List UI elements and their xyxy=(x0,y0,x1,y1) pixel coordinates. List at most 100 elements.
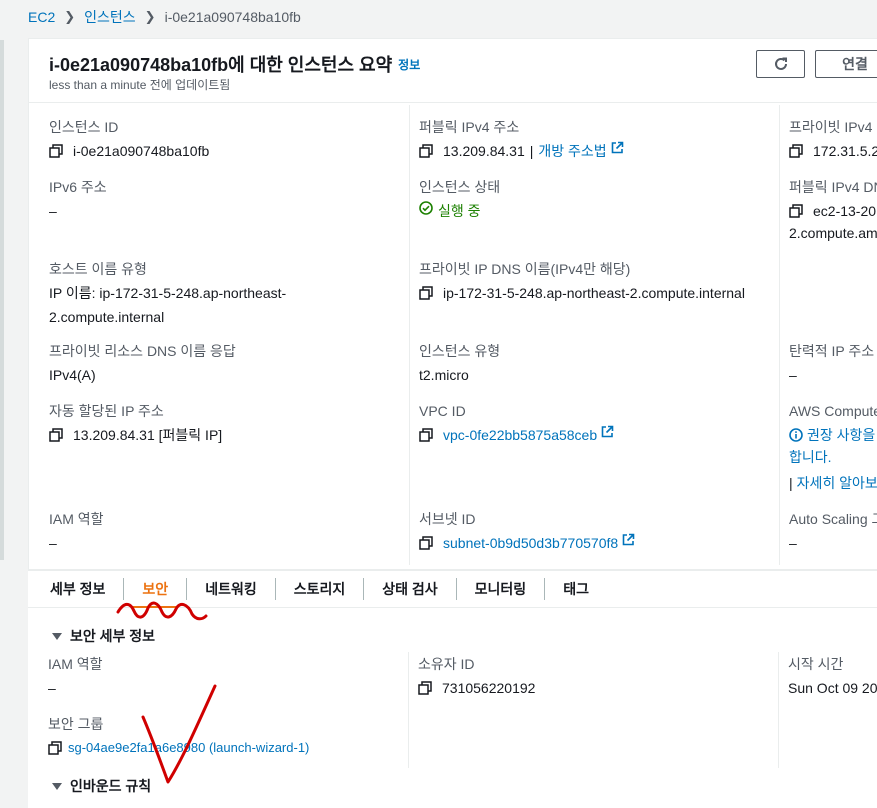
elastic-ip-value: – xyxy=(789,367,797,383)
tab-security[interactable]: 보안 xyxy=(124,578,188,609)
connect-button[interactable]: 연결 xyxy=(815,50,877,78)
chevron-right-icon: ❯ xyxy=(144,9,156,24)
copy-icon[interactable] xyxy=(789,204,803,218)
instance-state-value: 실행 중 xyxy=(438,203,481,219)
copy-icon[interactable] xyxy=(419,536,433,550)
field-security-iam-role: IAM 역할 – xyxy=(48,654,103,698)
external-link-icon[interactable] xyxy=(601,425,614,438)
security-details-toggle[interactable]: 보안 세부 정보 xyxy=(52,626,155,646)
caret-down-icon xyxy=(52,632,62,640)
inbound-rules-toggle[interactable]: 인바운드 규칙 xyxy=(52,776,151,796)
public-dns-value: ec2-13-20 xyxy=(813,203,877,219)
field-owner-id: 소유자 ID 731056220192 xyxy=(418,654,535,698)
field-label: IAM 역할 xyxy=(48,656,103,672)
field-instance-type: 인스턴스 유형 t2.micro xyxy=(419,341,500,385)
public-dns-value-cont: 2.compute.am xyxy=(789,225,877,241)
copy-icon[interactable] xyxy=(419,144,433,158)
field-label: 소유자 ID xyxy=(418,656,475,672)
panel-header: i-0e21a090748ba10fb에 대한 인스턴스 요약 정보 less t… xyxy=(29,39,877,103)
column-divider xyxy=(408,652,409,768)
tab-details[interactable]: 세부 정보 xyxy=(32,578,125,600)
field-label: IPv6 주소 xyxy=(49,179,107,195)
copy-icon[interactable] xyxy=(419,286,433,300)
external-link-icon[interactable] xyxy=(611,141,624,154)
field-hostname-type: 호스트 이름 유형 IP 이름: ip-172-31-5-248.ap-nort… xyxy=(49,259,286,327)
open-address-link[interactable]: 개방 주소법 xyxy=(538,141,606,161)
field-label: 퍼블릭 IPv4 주소 xyxy=(419,119,520,135)
field-elastic-ip: 탄력적 IP 주소 – xyxy=(789,341,874,385)
field-public-dns: 퍼블릭 IPv4 DN ec2-13-20 2.compute.am xyxy=(789,177,877,243)
iam-role-value: – xyxy=(49,535,57,551)
success-check-icon xyxy=(419,201,433,215)
breadcrumb-instances-link[interactable]: 인스턴스 xyxy=(84,7,136,27)
field-label: 보안 그룹 xyxy=(48,716,104,732)
instance-type-value: t2.micro xyxy=(419,367,469,383)
field-label: 탄력적 IP 주소 xyxy=(789,343,875,359)
copy-icon[interactable] xyxy=(789,144,803,158)
tab-status-checks[interactable]: 상태 검사 xyxy=(364,578,457,600)
tab-tags[interactable]: 태그 xyxy=(545,578,607,600)
instance-id-value: i-0e21a090748ba10fb xyxy=(73,143,210,159)
copy-icon[interactable] xyxy=(418,681,432,695)
security-iam-role-value: – xyxy=(48,680,56,696)
hostname-type-value: IP 이름: ip-172-31-5-248.ap-northeast- xyxy=(49,285,287,301)
copy-icon[interactable] xyxy=(48,741,62,755)
field-label: 인스턴스 상태 xyxy=(419,179,501,195)
detail-tabs: 세부 정보 보안 네트워킹 스토리지 상태 검사 모니터링 태그 xyxy=(28,570,877,609)
page-title-text: i-0e21a090748ba10fb에 대한 인스턴스 요약 xyxy=(49,55,393,75)
field-private-resource-dns: 프라이빗 리소스 DNS 이름 응답 IPv4(A) xyxy=(49,341,236,385)
field-auto-scaling: Auto Scaling 그 – xyxy=(789,509,877,553)
field-label: VPC ID xyxy=(419,403,466,419)
field-label: 서브넷 ID xyxy=(419,511,476,527)
copy-icon[interactable] xyxy=(49,144,63,158)
security-details-section: 보안 세부 정보 IAM 역할 – 소유자 ID 731056220192 시작… xyxy=(28,608,877,808)
field-vpc-id: VPC ID vpc-0fe22bb5875a58ceb xyxy=(419,401,614,445)
section-title: 인바운드 규칙 xyxy=(70,778,152,794)
instance-summary-panel: i-0e21a090748ba10fb에 대한 인스턴스 요약 정보 less t… xyxy=(28,38,877,570)
refresh-button[interactable] xyxy=(756,50,805,78)
learn-more-row: | 자세히 알아보 xyxy=(789,473,877,493)
field-private-dns: 프라이빗 IP DNS 이름(IPv4만 해당) ip-172-31-5-248… xyxy=(419,259,745,303)
field-label: 프라이빗 IP DNS 이름(IPv4만 해당) xyxy=(419,261,631,277)
column-divider xyxy=(409,105,410,565)
separator: | xyxy=(529,143,534,159)
owner-id-value: 731056220192 xyxy=(442,680,536,696)
field-compute-optimizer: AWS Compute 권장 사항을 합니다. | 자세히 알아보 xyxy=(789,401,877,493)
private-dns-value: ip-172-31-5-248.ap-northeast-2.compute.i… xyxy=(443,285,745,301)
field-launch-time: 시작 시간 Sun Oct 09 20 xyxy=(788,654,877,698)
info-link[interactable]: 정보 xyxy=(398,58,420,72)
field-label: 시작 시간 xyxy=(788,656,844,672)
tab-monitoring[interactable]: 모니터링 xyxy=(457,578,546,600)
external-link-icon[interactable] xyxy=(622,533,635,546)
copy-icon[interactable] xyxy=(419,428,433,442)
breadcrumb-ec2-link[interactable]: EC2 xyxy=(28,9,55,25)
last-updated-text: less than a minute 전에 업데이트됨 xyxy=(49,78,231,92)
section-title: 보안 세부 정보 xyxy=(70,628,156,644)
learn-more-link[interactable]: 자세히 알아보 xyxy=(797,475,877,491)
copy-icon[interactable] xyxy=(49,428,63,442)
vpc-id-link[interactable]: vpc-0fe22bb5875a58ceb xyxy=(443,425,597,445)
field-instance-id: 인스턴스 ID i-0e21a090748ba10fb xyxy=(49,117,209,161)
field-label: 인스턴스 ID xyxy=(49,119,119,135)
field-security-groups: 보안 그룹 sg-04ae9e2fa1a6e8980 (launch-wizar… xyxy=(48,714,309,758)
scrollbar-strip xyxy=(0,40,4,560)
compute-optimizer-text-cont: 합니다. xyxy=(789,449,832,465)
public-ipv4-value: 13.209.84.31 xyxy=(443,143,525,159)
refresh-icon xyxy=(774,57,787,70)
field-label: 퍼블릭 IPv4 DN xyxy=(789,179,877,195)
field-label: 인스턴스 유형 xyxy=(419,343,501,359)
private-ipv4-value: 172.31.5.2 xyxy=(813,143,877,159)
compute-optimizer-text: 권장 사항을 xyxy=(807,427,876,443)
tab-storage[interactable]: 스토리지 xyxy=(276,578,365,600)
subnet-id-link[interactable]: subnet-0b9d50d3b770570f8 xyxy=(443,533,618,553)
caret-down-icon xyxy=(52,782,62,790)
column-divider xyxy=(779,105,780,565)
separator: | xyxy=(789,475,793,491)
field-label: 프라이빗 IPv4 xyxy=(789,119,873,135)
field-instance-state: 인스턴스 상태 실행 중 xyxy=(419,177,500,221)
tab-networking[interactable]: 네트워킹 xyxy=(187,578,276,600)
field-label: IAM 역할 xyxy=(49,511,104,527)
field-ipv6: IPv6 주소 – xyxy=(49,177,107,221)
auto-assigned-ip-value: 13.209.84.31 [퍼블릭 IP] xyxy=(73,427,223,443)
security-group-link[interactable]: sg-04ae9e2fa1a6e8980 (launch-wizard-1) xyxy=(68,738,309,758)
